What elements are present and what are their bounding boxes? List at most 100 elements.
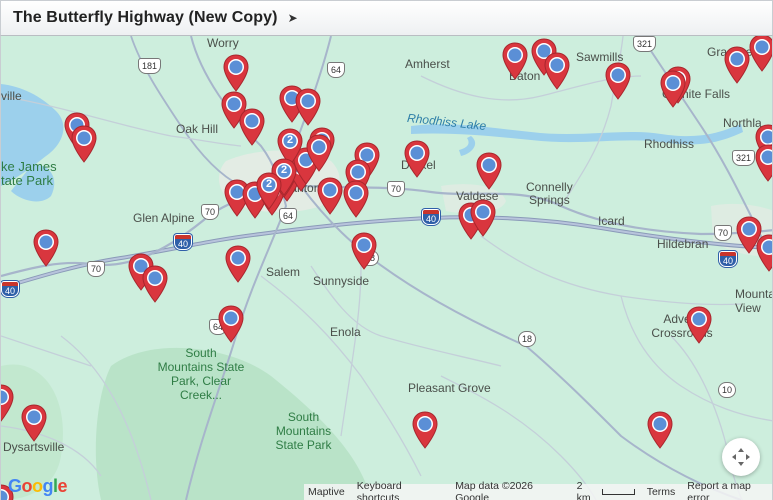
location-marker[interactable]	[647, 411, 673, 449]
interstate-shield: 40	[1, 281, 20, 297]
park-label: South Mountains State Park, Clear Creek.…	[157, 346, 245, 402]
maptive-link[interactable]: Maptive	[308, 486, 345, 498]
route-shield: 70	[714, 225, 733, 241]
expand-arrow-icon[interactable]: ➤	[288, 11, 298, 25]
map-pin-icon	[476, 152, 502, 190]
location-marker[interactable]	[749, 36, 772, 72]
location-marker[interactable]	[404, 140, 430, 178]
route-shield: 70	[201, 204, 220, 220]
location-marker[interactable]	[412, 411, 438, 449]
location-marker[interactable]	[756, 234, 772, 272]
route-shield: 64	[327, 62, 346, 78]
google-logo: Google	[8, 476, 68, 496]
map-pin-icon	[142, 265, 168, 303]
location-marker[interactable]	[71, 125, 97, 163]
map-pin-icon	[605, 62, 631, 100]
location-marker[interactable]	[1, 384, 14, 422]
map-pin-icon	[295, 88, 321, 126]
map-pin-icon	[21, 404, 47, 442]
location-marker[interactable]	[239, 108, 265, 146]
interstate-shield: 40	[422, 209, 441, 225]
route-shield: 181	[138, 58, 162, 74]
location-marker[interactable]	[295, 88, 321, 126]
map-pin-icon	[544, 52, 570, 90]
cluster-count: 2	[265, 178, 273, 190]
town-label: Oak Hill	[176, 122, 219, 136]
park-label: South Mountains State Park	[275, 410, 332, 452]
interstate-shield: 40	[719, 251, 738, 267]
town-label: Rhodhiss	[644, 137, 695, 151]
town-label: Worry	[207, 36, 239, 50]
location-marker[interactable]	[317, 177, 343, 215]
location-marker[interactable]	[724, 46, 750, 84]
map-title: The Butterfly Highway (New Copy)	[13, 9, 278, 26]
scale-bar[interactable]: 2 km	[577, 480, 635, 500]
town-label: Springs	[529, 193, 570, 207]
locate-button[interactable]	[722, 438, 760, 476]
map-pin-icon	[343, 180, 369, 218]
location-marker[interactable]	[660, 70, 686, 108]
town-label: ville	[1, 89, 22, 103]
map-pin-icon	[412, 411, 438, 449]
map-pin-icon	[218, 305, 244, 343]
town-label: Salem	[266, 265, 301, 279]
town-label: Mounta View	[735, 287, 773, 315]
map-canvas[interactable]: Worry Amherst Baton Sawmills Granite Fal…	[0, 36, 773, 500]
town-label: Sunnyside	[313, 274, 370, 288]
map-pin-icon	[756, 234, 772, 272]
map-pin-icon	[470, 199, 496, 237]
park-label: tate Park	[1, 173, 54, 188]
interstate-shield: 40	[174, 234, 193, 250]
town-label: Icard	[598, 214, 625, 228]
location-marker[interactable]	[755, 144, 772, 182]
map-pin-icon	[686, 306, 712, 344]
map-pin-icon	[1, 384, 14, 422]
location-marker[interactable]	[223, 54, 249, 92]
location-marker[interactable]	[470, 199, 496, 237]
park-label: ke James	[1, 159, 57, 174]
route-shield: 18	[518, 331, 537, 347]
map-pin-icon	[223, 54, 249, 92]
route-shield: 10	[718, 382, 737, 398]
map-pin-icon	[749, 36, 772, 72]
town-label: Hildebran	[657, 237, 709, 251]
keyboard-shortcuts-link[interactable]: Keyboard shortcuts	[357, 480, 443, 500]
location-marker[interactable]	[343, 180, 369, 218]
route-shield: 70	[387, 181, 406, 197]
location-marker[interactable]	[306, 134, 332, 172]
location-marker[interactable]	[476, 152, 502, 190]
town-label: Glen Alpine	[133, 211, 195, 225]
route-shield: 321	[633, 36, 657, 52]
map-pin-icon	[33, 229, 59, 267]
location-marker[interactable]	[686, 306, 712, 344]
terms-link[interactable]: Terms	[647, 486, 676, 498]
map-pin-icon	[647, 411, 673, 449]
report-error-link[interactable]: Report a map error	[687, 480, 772, 500]
map-title-bar: The Butterfly Highway (New Copy) ➤	[0, 0, 773, 36]
map-pin-icon	[225, 245, 251, 283]
location-marker[interactable]	[351, 232, 377, 270]
location-marker[interactable]	[218, 305, 244, 343]
attribution-bar: Maptive Keyboard shortcuts Map data ©202…	[304, 480, 772, 500]
location-marker[interactable]	[605, 62, 631, 100]
map-pin-icon	[239, 108, 265, 146]
location-marker[interactable]	[502, 42, 528, 80]
route-shield: 70	[87, 261, 106, 277]
location-marker[interactable]	[225, 245, 251, 283]
location-marker[interactable]	[21, 404, 47, 442]
map-pin-icon	[502, 42, 528, 80]
route-shield: 321	[732, 150, 756, 166]
map-pin-icon	[351, 232, 377, 270]
town-label: Connelly	[526, 180, 573, 194]
map-pin-icon	[317, 177, 343, 215]
map-pin-icon	[660, 70, 686, 108]
crosshair-icon	[732, 448, 750, 466]
location-marker[interactable]	[142, 265, 168, 303]
map-data-label: Map data ©2026 Google	[455, 480, 533, 500]
cluster-count: 2	[286, 134, 294, 146]
location-marker[interactable]	[33, 229, 59, 267]
town-label: Enola	[330, 325, 361, 339]
map-pin-icon	[404, 140, 430, 178]
location-marker[interactable]	[544, 52, 570, 90]
cluster-marker[interactable]: 2	[256, 172, 282, 210]
